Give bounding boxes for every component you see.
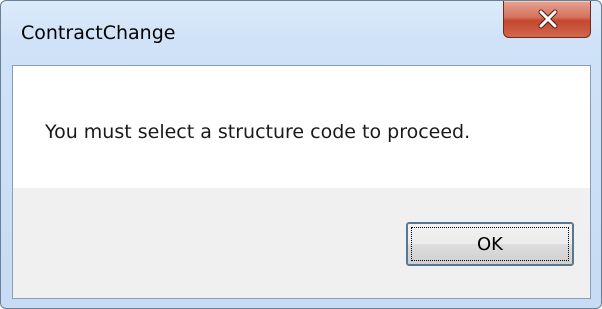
message-area: You must select a structure code to proc… <box>13 66 590 188</box>
title-bar[interactable]: ContractChange <box>1 1 601 65</box>
ok-button-label: OK <box>477 233 503 255</box>
ok-button[interactable]: OK <box>406 222 574 266</box>
window-title: ContractChange <box>21 22 176 44</box>
dialog-content: You must select a structure code to proc… <box>12 65 591 299</box>
close-button[interactable] <box>503 1 591 38</box>
dialog-window: ContractChange You must select a structu… <box>0 0 602 309</box>
message-text: You must select a structure code to proc… <box>45 121 471 143</box>
close-icon <box>538 9 558 29</box>
